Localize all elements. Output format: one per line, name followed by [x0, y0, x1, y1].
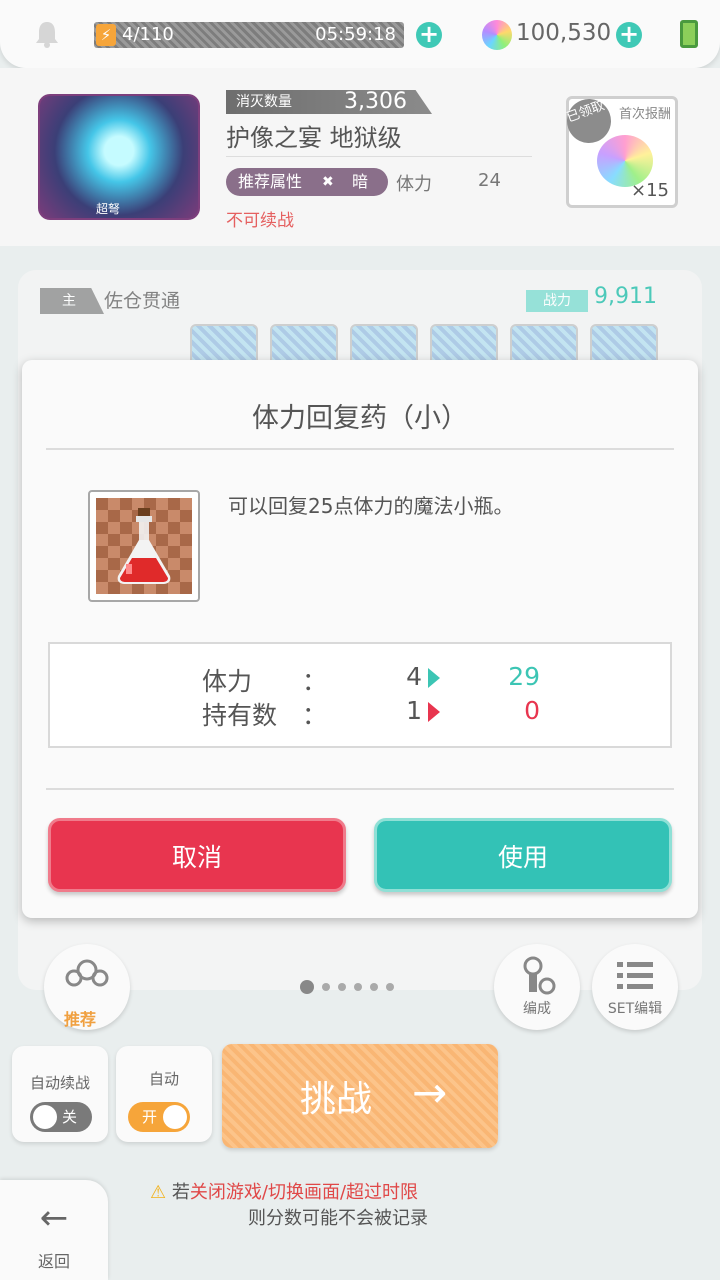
- auto-continue-label: 自动续战: [29, 1074, 90, 1092]
- stamina-cost-value: 24: [478, 170, 501, 191]
- gear-person-icon: [523, 956, 556, 995]
- auto-toggle[interactable]: 开: [128, 1102, 190, 1132]
- quest-title: 护像之宴 地狱级: [226, 124, 402, 152]
- auto-continue-card: 自动续战 关: [12, 1046, 108, 1142]
- arrow-right-icon: [428, 668, 440, 688]
- party-member[interactable]: [510, 324, 578, 364]
- auto-continue-toggle[interactable]: 关: [30, 1102, 92, 1132]
- toggle-knob: [33, 1105, 57, 1129]
- party-member[interactable]: [270, 324, 338, 364]
- arrow-right-icon: [428, 702, 440, 722]
- stamina-row: 体力 ： 4 29: [50, 662, 674, 696]
- page-dot[interactable]: [338, 983, 346, 991]
- party-member[interactable]: [430, 324, 498, 364]
- stamina-cost-label: 体力: [396, 174, 432, 195]
- kill-count-banner: 消灭数量 3,306: [226, 90, 432, 114]
- auto-card: 自动 开: [116, 1046, 212, 1142]
- add-gems-button[interactable]: +: [616, 22, 642, 48]
- party-icon: [65, 959, 109, 987]
- kill-count-value: 3,306: [344, 89, 407, 114]
- toggle-state: 关: [62, 1108, 78, 1126]
- gem-count: 100,530: [516, 20, 612, 46]
- row-label: 持有数: [202, 701, 278, 730]
- owned-row: 持有数 ： 1 0: [50, 696, 674, 730]
- row-label: 体力: [202, 667, 253, 696]
- formation-label: 编成: [523, 1001, 551, 1017]
- divider: [46, 788, 674, 790]
- row-to: 29: [508, 662, 540, 691]
- reward-count: ×15: [631, 180, 669, 201]
- kill-count-label: 消灭数量: [236, 94, 292, 110]
- row-colon: ：: [302, 667, 328, 696]
- back-arrow-icon: ←: [39, 1198, 69, 1238]
- item-icon-frame: [88, 490, 200, 602]
- warning-prefix: 若: [171, 1182, 190, 1203]
- dark-attribute-icon: ✖: [322, 174, 334, 190]
- party-members: [190, 324, 658, 364]
- first-reward[interactable]: 首次报酬 已领取 ×15: [560, 92, 678, 208]
- battery-icon: [680, 20, 698, 48]
- auto-label: 自动: [148, 1070, 179, 1088]
- item-description: 可以回复25点体力的魔法小瓶。: [228, 494, 514, 518]
- gem-icon: [482, 20, 512, 50]
- no-continue-note: 不可续战: [226, 211, 294, 231]
- toggle-state: 开: [142, 1108, 158, 1126]
- add-stamina-button[interactable]: +: [416, 22, 442, 48]
- row-colon: ：: [302, 701, 328, 730]
- power-value: 9,911: [594, 284, 657, 309]
- stamina-timer: 05:59:18: [315, 24, 396, 45]
- party-member[interactable]: [590, 324, 658, 364]
- divider: [46, 448, 674, 450]
- page-dot[interactable]: [370, 983, 378, 991]
- page-indicator: [300, 980, 394, 994]
- reward-label: 首次报酬: [619, 107, 672, 122]
- warning-icon: ⚠: [150, 1182, 167, 1203]
- use-button[interactable]: 使用: [374, 818, 672, 892]
- back-label: 返回: [37, 1252, 70, 1271]
- row-from: 1: [406, 696, 422, 725]
- warning-note: ⚠ 若关闭游戏/切换画面/超过时限 则分数可能不会被记录: [150, 1180, 428, 1232]
- page-dot[interactable]: [354, 983, 362, 991]
- row-to: 0: [524, 696, 540, 725]
- item-use-dialog: 体力回复药（小） 可以回复25点体力的魔法小瓶。 体力 ： 4 29 持有数 ：…: [22, 360, 698, 918]
- main-tag: 主: [40, 288, 104, 314]
- recommend-label: 推荐: [64, 1010, 97, 1029]
- page-dot[interactable]: [322, 983, 330, 991]
- cancel-button[interactable]: 取消: [48, 818, 346, 892]
- toggle-knob: [163, 1105, 187, 1129]
- set-edit-label: SET编辑: [607, 1001, 663, 1017]
- dialog-title: 体力回复药（小）: [252, 403, 468, 434]
- challenge-button[interactable]: 挑战 →: [222, 1044, 498, 1148]
- attribute-value: 暗: [352, 172, 369, 191]
- leader-name: 佐仓贯通: [104, 290, 181, 312]
- page-dot[interactable]: [300, 980, 314, 994]
- formation-button[interactable]: 编成: [494, 944, 580, 1030]
- effect-preview: 体力 ： 4 29 持有数 ： 1 0: [48, 642, 672, 748]
- back-button[interactable]: ← 返回: [0, 1180, 108, 1280]
- recommended-attribute: 推荐属性 ✖ 暗: [226, 168, 388, 196]
- arrow-right-icon: →: [412, 1068, 448, 1117]
- boss-tag: 超弩: [96, 202, 121, 216]
- bell-icon[interactable]: [34, 20, 60, 48]
- status-bar: ⚡ 4/110 05:59:18 + 100,530 +: [0, 0, 720, 68]
- potion-icon: [96, 498, 192, 594]
- power-label: 战力: [526, 290, 588, 312]
- party-member[interactable]: [190, 324, 258, 364]
- party-member[interactable]: [350, 324, 418, 364]
- page-dot[interactable]: [386, 983, 394, 991]
- warning-line2: 则分数可能不会被记录: [248, 1208, 428, 1229]
- attribute-label: 推荐属性: [238, 172, 303, 191]
- list-icon: [617, 962, 653, 989]
- stamina-value: 4/110: [122, 24, 174, 45]
- set-edit-button[interactable]: SET编辑: [592, 944, 678, 1030]
- row-from: 4: [406, 662, 422, 691]
- warning-highlight: 关闭游戏/切换画面/超过时限: [189, 1182, 419, 1203]
- stamina-bar: ⚡ 4/110 05:59:18: [94, 22, 404, 48]
- lightning-icon: ⚡: [96, 24, 116, 46]
- challenge-label: 挑战: [300, 1079, 373, 1120]
- divider: [226, 156, 532, 157]
